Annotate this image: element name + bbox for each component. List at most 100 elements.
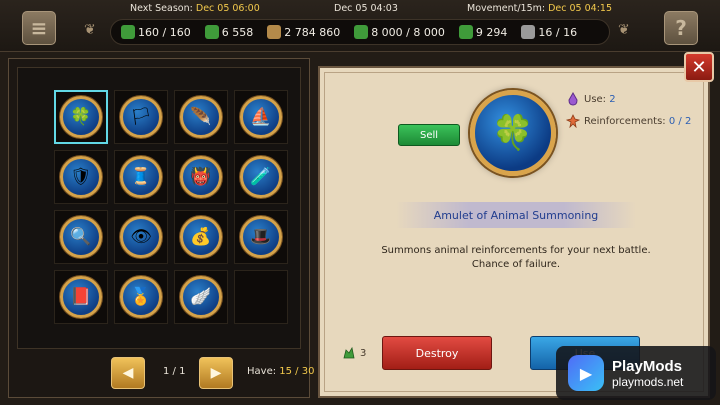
- nurse-cap-icon: 🎩: [240, 216, 282, 258]
- stat-food-bag: 8 000 / 8 000: [354, 25, 445, 39]
- flourish-right-icon: ❦: [618, 22, 630, 38]
- stat-value: 6 558: [221, 25, 254, 39]
- stat-value: 2 784 860: [284, 25, 341, 39]
- menu-button[interactable]: ≡: [22, 11, 56, 45]
- magic-carpet-icon: 🧵: [120, 156, 162, 198]
- green-potion-icon: 🧪: [240, 156, 282, 198]
- watermark-subtitle: playmods.net: [612, 374, 684, 389]
- help-button[interactable]: ?: [664, 11, 698, 45]
- sell-button[interactable]: Sell: [398, 124, 460, 146]
- top-bar: ≡ Next Season: Dec 05 06:00 Dec 05 04:03…: [0, 0, 720, 52]
- magic-mirror-icon: 🔍: [60, 216, 102, 258]
- army-icon: [458, 25, 473, 39]
- prev-page-button[interactable]: ◀: [111, 357, 145, 389]
- movement-label: Movement/15m:: [467, 3, 546, 14]
- flourish-left-icon: ❦: [84, 22, 96, 38]
- arrow-left-icon: ◀: [122, 365, 134, 381]
- inventory-panel: 🍀 🏳 🪶 ⛵ 🛡 🧵 👹 🧪 🔍 👁 💰 🎩 📕 🏅 🪽 ◀ 1 / 1 ▶ Have: 15 / 30: [8, 58, 314, 398]
- golden-feather-icon: 🪶: [180, 96, 222, 138]
- stat-army: 9 294: [458, 25, 508, 39]
- potion-icon: [568, 92, 578, 106]
- amulet-animal-summoning-icon: 🍀: [60, 96, 102, 138]
- destroy-button[interactable]: Destroy: [382, 336, 492, 370]
- boot-icon: [121, 25, 135, 39]
- have-value: 15 / 30: [279, 366, 315, 377]
- playmods-watermark: ▶ PlayMods playmods.net: [556, 346, 716, 400]
- inventory-slot[interactable]: 🧵: [114, 150, 168, 204]
- coin-sack-icon: 💰: [180, 216, 222, 258]
- next-season: Next Season: Dec 05 06:00: [130, 3, 260, 14]
- spell-book-icon: 📕: [60, 276, 102, 318]
- inventory-slot[interactable]: 🪽: [174, 270, 228, 324]
- stat-money-bag: 2 784 860: [267, 25, 340, 39]
- description-line-1: Summons animal reinforcements for your n…: [381, 245, 651, 256]
- inventory-slot[interactable]: 🏳: [114, 90, 168, 144]
- next-season-label: Next Season:: [130, 3, 193, 14]
- money-bag-icon: [267, 25, 282, 39]
- stat-castle: 16 / 16: [521, 25, 577, 39]
- next-season-value: Dec 05 06:00: [195, 3, 260, 14]
- page-indicator: 1 / 1: [163, 366, 186, 377]
- inventory-slot[interactable]: 🧪: [234, 150, 288, 204]
- stat-value: 160 / 160: [138, 25, 191, 39]
- item-name: Amulet of Animal Summoning: [396, 202, 636, 228]
- movement-value: Dec 05 04:15: [548, 3, 612, 14]
- stat-herb: 6 558: [204, 25, 254, 39]
- inventory-slot[interactable]: 🛡: [54, 150, 108, 204]
- item-description: Summons animal reinforcements for your n…: [340, 244, 692, 272]
- reinforcements-stat: Reinforcements: 0 / 2: [566, 114, 691, 128]
- stat-value: 9 294: [475, 25, 508, 39]
- broken-shield-icon: 🛡: [60, 156, 102, 198]
- stat-boot: 160 / 160: [121, 25, 191, 39]
- inventory-footer: ◀ 1 / 1 ▶ Have: 15 / 30: [17, 355, 314, 393]
- castle-icon: [521, 25, 536, 39]
- close-icon: ✕: [691, 56, 707, 78]
- watermark-title: PlayMods: [612, 357, 683, 375]
- resource-bar: 160 / 160 6 558 2 784 860 8 000 / 8 000 9 29…: [110, 19, 610, 45]
- close-button[interactable]: ✕: [684, 52, 714, 82]
- inventory-slot[interactable]: 👁: [114, 210, 168, 264]
- amulet-animal-summoning-icon: 🍀: [470, 90, 556, 176]
- all-seeing-eye-icon: 👁: [120, 216, 162, 258]
- inventory-slot[interactable]: ⛵: [234, 90, 288, 144]
- next-page-button[interactable]: ▶: [199, 357, 233, 389]
- green-banner-icon: 🏳: [120, 96, 162, 138]
- inventory-slot[interactable]: 🎩: [234, 210, 288, 264]
- use-label: Use:: [584, 93, 607, 105]
- reinforcements-label: Reinforcements:: [584, 115, 666, 127]
- inventory-slot[interactable]: 🪶: [174, 90, 228, 144]
- playmods-logo-icon: ▶: [568, 355, 604, 391]
- inventory-slot[interactable]: 💰: [174, 210, 228, 264]
- use-value: 2: [609, 93, 616, 105]
- uses-stat: Use: 2: [566, 92, 616, 106]
- inventory-grid: 🍀 🏳 🪶 ⛵ 🛡 🧵 👹 🧪 🔍 👁 💰 🎩 📕 🏅 🪽: [17, 67, 301, 349]
- reinforcements-value: 0 / 2: [668, 115, 692, 127]
- inventory-slot[interactable]: 👹: [174, 150, 228, 204]
- current-date: Dec 05 04:03: [334, 3, 398, 14]
- herb-icon: [204, 25, 219, 39]
- help-icon: ?: [675, 16, 687, 40]
- inventory-capacity: Have: 15 / 30: [247, 366, 314, 377]
- stat-value: 16 / 16: [538, 25, 578, 39]
- army-count: 3: [342, 346, 366, 360]
- silver-wings-icon: 🪽: [180, 276, 222, 318]
- inventory-slot[interactable]: [234, 270, 288, 324]
- arrow-right-icon: ▶: [210, 365, 222, 381]
- game-screen: ≡ Next Season: Dec 05 06:00 Dec 05 04:03…: [0, 0, 720, 405]
- inventory-slot[interactable]: 🏅: [114, 270, 168, 324]
- hamburger-menu-icon: ≡: [30, 16, 48, 40]
- reinforcement-icon: [566, 114, 580, 128]
- crest-badge-icon: 🏅: [120, 276, 162, 318]
- movement-timer: Movement/15m: Dec 05 04:15: [467, 3, 612, 14]
- army-count-value: 3: [360, 347, 367, 359]
- sailing-ship-icon: ⛵: [240, 96, 282, 138]
- food-bag-icon: [354, 25, 369, 39]
- inventory-slot[interactable]: 📕: [54, 270, 108, 324]
- stat-value: 8 000 / 8 000: [371, 25, 445, 39]
- description-line-2: Chance of failure.: [471, 259, 561, 270]
- inventory-slot[interactable]: 🍀: [54, 90, 108, 144]
- have-label: Have:: [247, 366, 277, 377]
- inventory-slot[interactable]: 🔍: [54, 210, 108, 264]
- demon-mask-icon: 👹: [180, 156, 222, 198]
- army-icon: [343, 346, 355, 359]
